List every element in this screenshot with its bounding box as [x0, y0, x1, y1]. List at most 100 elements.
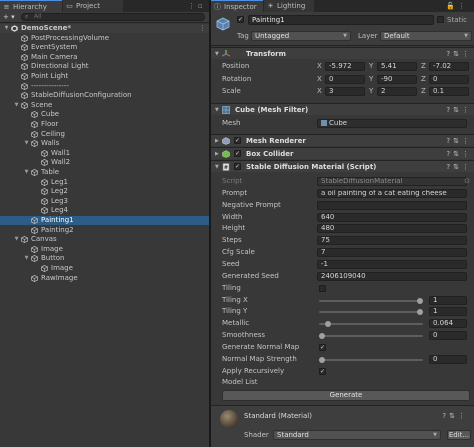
tab-hierarchy[interactable]: ≡ Hierarchy	[0, 0, 62, 12]
normal-map-strength-slider-handle[interactable]	[319, 356, 325, 363]
hierarchy-item[interactable]: Floor	[0, 120, 209, 129]
hierarchy-item[interactable]: ---------------	[0, 82, 209, 91]
box-collider-header[interactable]: ▶ ✓ Box Collider ?⇅⋮	[211, 147, 474, 159]
rotation-y-field[interactable]: -90	[377, 75, 417, 84]
rotation-x-field[interactable]: 0	[325, 75, 365, 84]
hierarchy-item[interactable]: Leg1	[0, 178, 209, 187]
mesh-field[interactable]: Cube	[317, 119, 467, 128]
sd-material-enabled-checkbox[interactable]: ✓	[234, 163, 241, 170]
expand-arrow-icon[interactable]: ▼	[13, 101, 20, 110]
fold-arrow-icon[interactable]: ▼	[215, 161, 219, 173]
hierarchy-item[interactable]: Main Camera	[0, 53, 209, 62]
lock-icon[interactable]: 🔓	[446, 1, 455, 11]
axis-x-label[interactable]: X	[317, 86, 322, 97]
tiling-x-slider-handle[interactable]	[417, 297, 423, 304]
axis-x-label[interactable]: X	[317, 74, 322, 85]
height-field[interactable]: 480	[317, 224, 467, 234]
hierarchy-item[interactable]: Leg3	[0, 197, 209, 206]
tiling-checkbox[interactable]	[319, 284, 326, 292]
expand-arrow-icon[interactable]: ▼	[13, 235, 20, 244]
hierarchy-search-input[interactable]: ⌕ All	[21, 13, 205, 21]
active-checkbox[interactable]: ✓	[237, 16, 244, 23]
scene-row[interactable]: ▼ DemoScene* ⋮	[0, 24, 209, 33]
axis-y-label[interactable]: Y	[369, 86, 373, 97]
target-icon[interactable]: ⊙	[464, 176, 470, 187]
object-name-field[interactable]: Painting1	[248, 15, 434, 25]
apply-recursively-checkbox[interactable]: ✓	[319, 367, 326, 375]
axis-z-label[interactable]: Z	[421, 86, 426, 97]
preset-icon[interactable]: ⇅	[449, 412, 458, 420]
mesh-renderer-enabled-checkbox[interactable]: ✓	[234, 137, 241, 144]
hierarchy-item[interactable]: Wall1	[0, 149, 209, 158]
hierarchy-item[interactable]: ▼ Button	[0, 254, 209, 263]
tiling-y-field[interactable]: 1	[429, 307, 467, 317]
hierarchy-item[interactable]: Directional Light	[0, 62, 209, 71]
hierarchy-item[interactable]: StableDiffusionConfiguration	[0, 91, 209, 100]
scale-z-field[interactable]: 0.1	[429, 87, 469, 96]
mesh-filter-header[interactable]: ▼ Cube (Mesh Filter) ?⇅⋮	[211, 103, 474, 115]
preset-icon[interactable]: ⇅	[453, 163, 462, 171]
expand-arrow-icon[interactable]: ▼	[23, 139, 30, 148]
generate-normal-map-checkbox[interactable]: ✓	[319, 343, 326, 351]
hierarchy-item[interactable]: Cube	[0, 110, 209, 119]
axis-y-label[interactable]: Y	[369, 74, 373, 85]
inspector-more-icon[interactable]: ⋮	[458, 1, 465, 11]
mesh-renderer-header[interactable]: ▶ ✓ Mesh Renderer ?⇅⋮	[211, 134, 474, 146]
hierarchy-item[interactable]: Painting2	[0, 226, 209, 235]
metallic-slider-handle[interactable]	[325, 321, 332, 328]
expand-arrow-icon[interactable]: ▼	[3, 24, 10, 33]
more-icon[interactable]: ⋮	[462, 150, 472, 158]
tab-lighting[interactable]: ☀ Lighting	[264, 0, 314, 12]
smoothness-slider-track[interactable]	[319, 335, 423, 338]
scale-x-field[interactable]: 3	[325, 87, 365, 96]
rotation-z-field[interactable]: 0	[429, 75, 469, 84]
fold-arrow-icon[interactable]: ▼	[215, 104, 219, 116]
hierarchy-item[interactable]: Image	[0, 264, 209, 273]
more-icon[interactable]: ⋮	[462, 50, 472, 58]
hierarchy-item[interactable]: ▼ Walls	[0, 139, 209, 148]
tab-project[interactable]: ▭ Project	[63, 0, 123, 12]
normal-map-strength-field[interactable]: 0	[429, 354, 467, 364]
expand-arrow-icon[interactable]: ▼	[23, 168, 30, 177]
sd-material-header[interactable]: ▼ # ✓ Stable Diffusion Material (Script)…	[211, 160, 474, 172]
preset-icon[interactable]: ⇅	[453, 137, 462, 145]
hierarchy-item[interactable]: Painting1	[0, 216, 209, 225]
hierarchy-item[interactable]: ▼ Table	[0, 168, 209, 177]
hierarchy-item[interactable]: ▼ Canvas	[0, 235, 209, 244]
more-icon[interactable]: ⋮	[462, 106, 472, 114]
generate-button[interactable]: Generate	[222, 390, 470, 401]
static-checkbox[interactable]	[437, 16, 444, 23]
scale-y-field[interactable]: 2	[377, 87, 417, 96]
preset-icon[interactable]: ⇅	[453, 50, 462, 58]
axis-z-label[interactable]: Z	[421, 61, 426, 72]
hierarchy-item[interactable]: EventSystem	[0, 43, 209, 52]
smoothness-field[interactable]: 0	[429, 331, 467, 341]
hierarchy-maximize-icon[interactable]: ▫	[198, 1, 203, 11]
preset-icon[interactable]: ⇅	[453, 150, 462, 158]
fold-arrow-icon[interactable]: ▼	[215, 48, 219, 60]
axis-x-label[interactable]: X	[317, 61, 322, 72]
expand-arrow-icon[interactable]: ▼	[23, 254, 30, 263]
tiling-x-field[interactable]: 1	[429, 295, 467, 305]
negative-prompt-field[interactable]	[317, 200, 467, 210]
layer-dropdown[interactable]: Default ▼	[380, 31, 472, 41]
hierarchy-item[interactable]: Point Light	[0, 72, 209, 81]
transform-header[interactable]: ▼ Transform ?⇅⋮	[211, 47, 474, 59]
tiling-y-slider-track[interactable]	[319, 311, 423, 314]
hierarchy-item[interactable]: Leg2	[0, 187, 209, 196]
scene-menu-icon[interactable]: ⋮	[199, 24, 206, 33]
steps-field[interactable]: 75	[317, 236, 467, 246]
tab-inspector[interactable]: ⓘ Inspector	[211, 0, 263, 12]
edit-shader-button[interactable]: Edit...	[447, 430, 471, 440]
position-y-field[interactable]: 5.41	[377, 62, 417, 71]
tiling-y-slider-handle[interactable]	[417, 309, 423, 316]
hierarchy-more-icon[interactable]: ⋮	[188, 1, 195, 11]
hierarchy-item[interactable]: Leg4	[0, 206, 209, 215]
cfg-scale-field[interactable]: 7	[317, 248, 467, 258]
tag-dropdown[interactable]: Untagged ▼	[251, 31, 351, 41]
metallic-field[interactable]: 0.064	[429, 319, 467, 329]
more-icon[interactable]: ⋮	[462, 137, 472, 145]
hierarchy-item[interactable]: ▼ Scene	[0, 101, 209, 110]
fold-arrow-icon[interactable]: ▶	[215, 148, 219, 160]
axis-z-label[interactable]: Z	[421, 74, 426, 85]
